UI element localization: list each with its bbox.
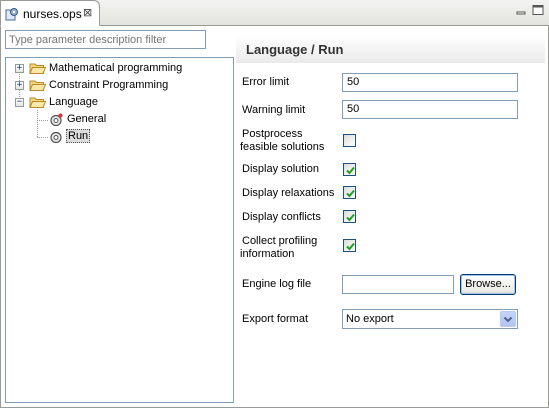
tab-title: nurses.ops xyxy=(23,7,82,21)
display-solution-checkbox[interactable] xyxy=(343,163,356,176)
parameter-tree[interactable]: + Mathematical programming + Constraint … xyxy=(5,57,234,403)
tree-item-constraint-programming[interactable]: + Constraint Programming xyxy=(6,78,226,94)
error-limit-field[interactable]: 50 xyxy=(342,73,518,92)
export-format-select[interactable]: No export xyxy=(342,309,518,329)
expand-icon[interactable]: + xyxy=(15,64,24,73)
checkmark-icon xyxy=(346,242,355,251)
collect-profiling-label-line2: information xyxy=(240,248,295,260)
collect-profiling-label: Collect profiling xyxy=(242,235,318,247)
gear-icon xyxy=(50,131,62,144)
export-format-label: Export format xyxy=(242,313,309,325)
section-header: Language / Run xyxy=(236,35,545,63)
checkmark-icon xyxy=(346,213,355,222)
tree-item-label: Run xyxy=(66,129,91,143)
checkmark-icon xyxy=(346,189,355,198)
dropdown-arrow[interactable] xyxy=(500,311,516,327)
export-format-value: No export xyxy=(346,313,394,325)
engine-log-label: Engine log file xyxy=(242,278,312,290)
engine-log-field[interactable] xyxy=(342,275,454,294)
display-relaxations-checkbox[interactable] xyxy=(343,186,356,199)
close-tab-icon[interactable]: ⊠ xyxy=(83,6,92,19)
postprocess-label: Postprocess xyxy=(242,128,303,140)
tree-item-run[interactable]: Run xyxy=(6,129,226,145)
maximize-icon[interactable] xyxy=(531,4,545,16)
tree-item-language[interactable]: − Language xyxy=(6,95,226,111)
display-conflicts-label: Display conflicts xyxy=(242,211,321,223)
tree-item-label: Constraint Programming xyxy=(49,79,169,91)
warning-limit-field[interactable]: 50 xyxy=(342,100,518,119)
tree-item-mathematical-programming[interactable]: + Mathematical programming xyxy=(6,61,226,77)
postprocess-label-line2: feasible solutions xyxy=(240,141,325,153)
folder-icon xyxy=(29,80,46,91)
tab-nurses-ops[interactable]: nurses.ops ⊠ xyxy=(0,0,100,26)
postprocess-checkbox[interactable] xyxy=(343,134,356,147)
gear-modified-icon xyxy=(50,113,63,127)
chevron-down-icon xyxy=(503,316,513,323)
browse-button[interactable]: Browse... xyxy=(460,274,516,295)
expand-icon[interactable]: + xyxy=(15,81,24,90)
minimize-icon[interactable] xyxy=(514,4,528,16)
folder-icon xyxy=(29,63,46,74)
parameter-filter-input[interactable] xyxy=(5,30,206,49)
tree-item-label: Mathematical programming xyxy=(49,62,183,74)
editor-tab-bar: nurses.ops ⊠ xyxy=(0,0,549,26)
error-limit-label: Error limit xyxy=(242,76,290,88)
page-title: Language / Run xyxy=(246,42,344,57)
tree-item-label: General xyxy=(67,113,107,125)
folder-open-icon xyxy=(29,97,46,108)
settings-file-icon xyxy=(5,8,18,21)
collapse-icon[interactable]: − xyxy=(15,98,24,107)
warning-limit-label: Warning limit xyxy=(242,104,306,116)
display-solution-label: Display solution xyxy=(242,163,320,175)
tree-item-general[interactable]: General xyxy=(6,112,226,128)
display-relaxations-label: Display relaxations xyxy=(242,187,335,199)
collect-profiling-checkbox[interactable] xyxy=(343,239,356,252)
checkmark-icon xyxy=(346,166,355,175)
display-conflicts-checkbox[interactable] xyxy=(343,210,356,223)
tree-item-label: Language xyxy=(49,96,98,108)
